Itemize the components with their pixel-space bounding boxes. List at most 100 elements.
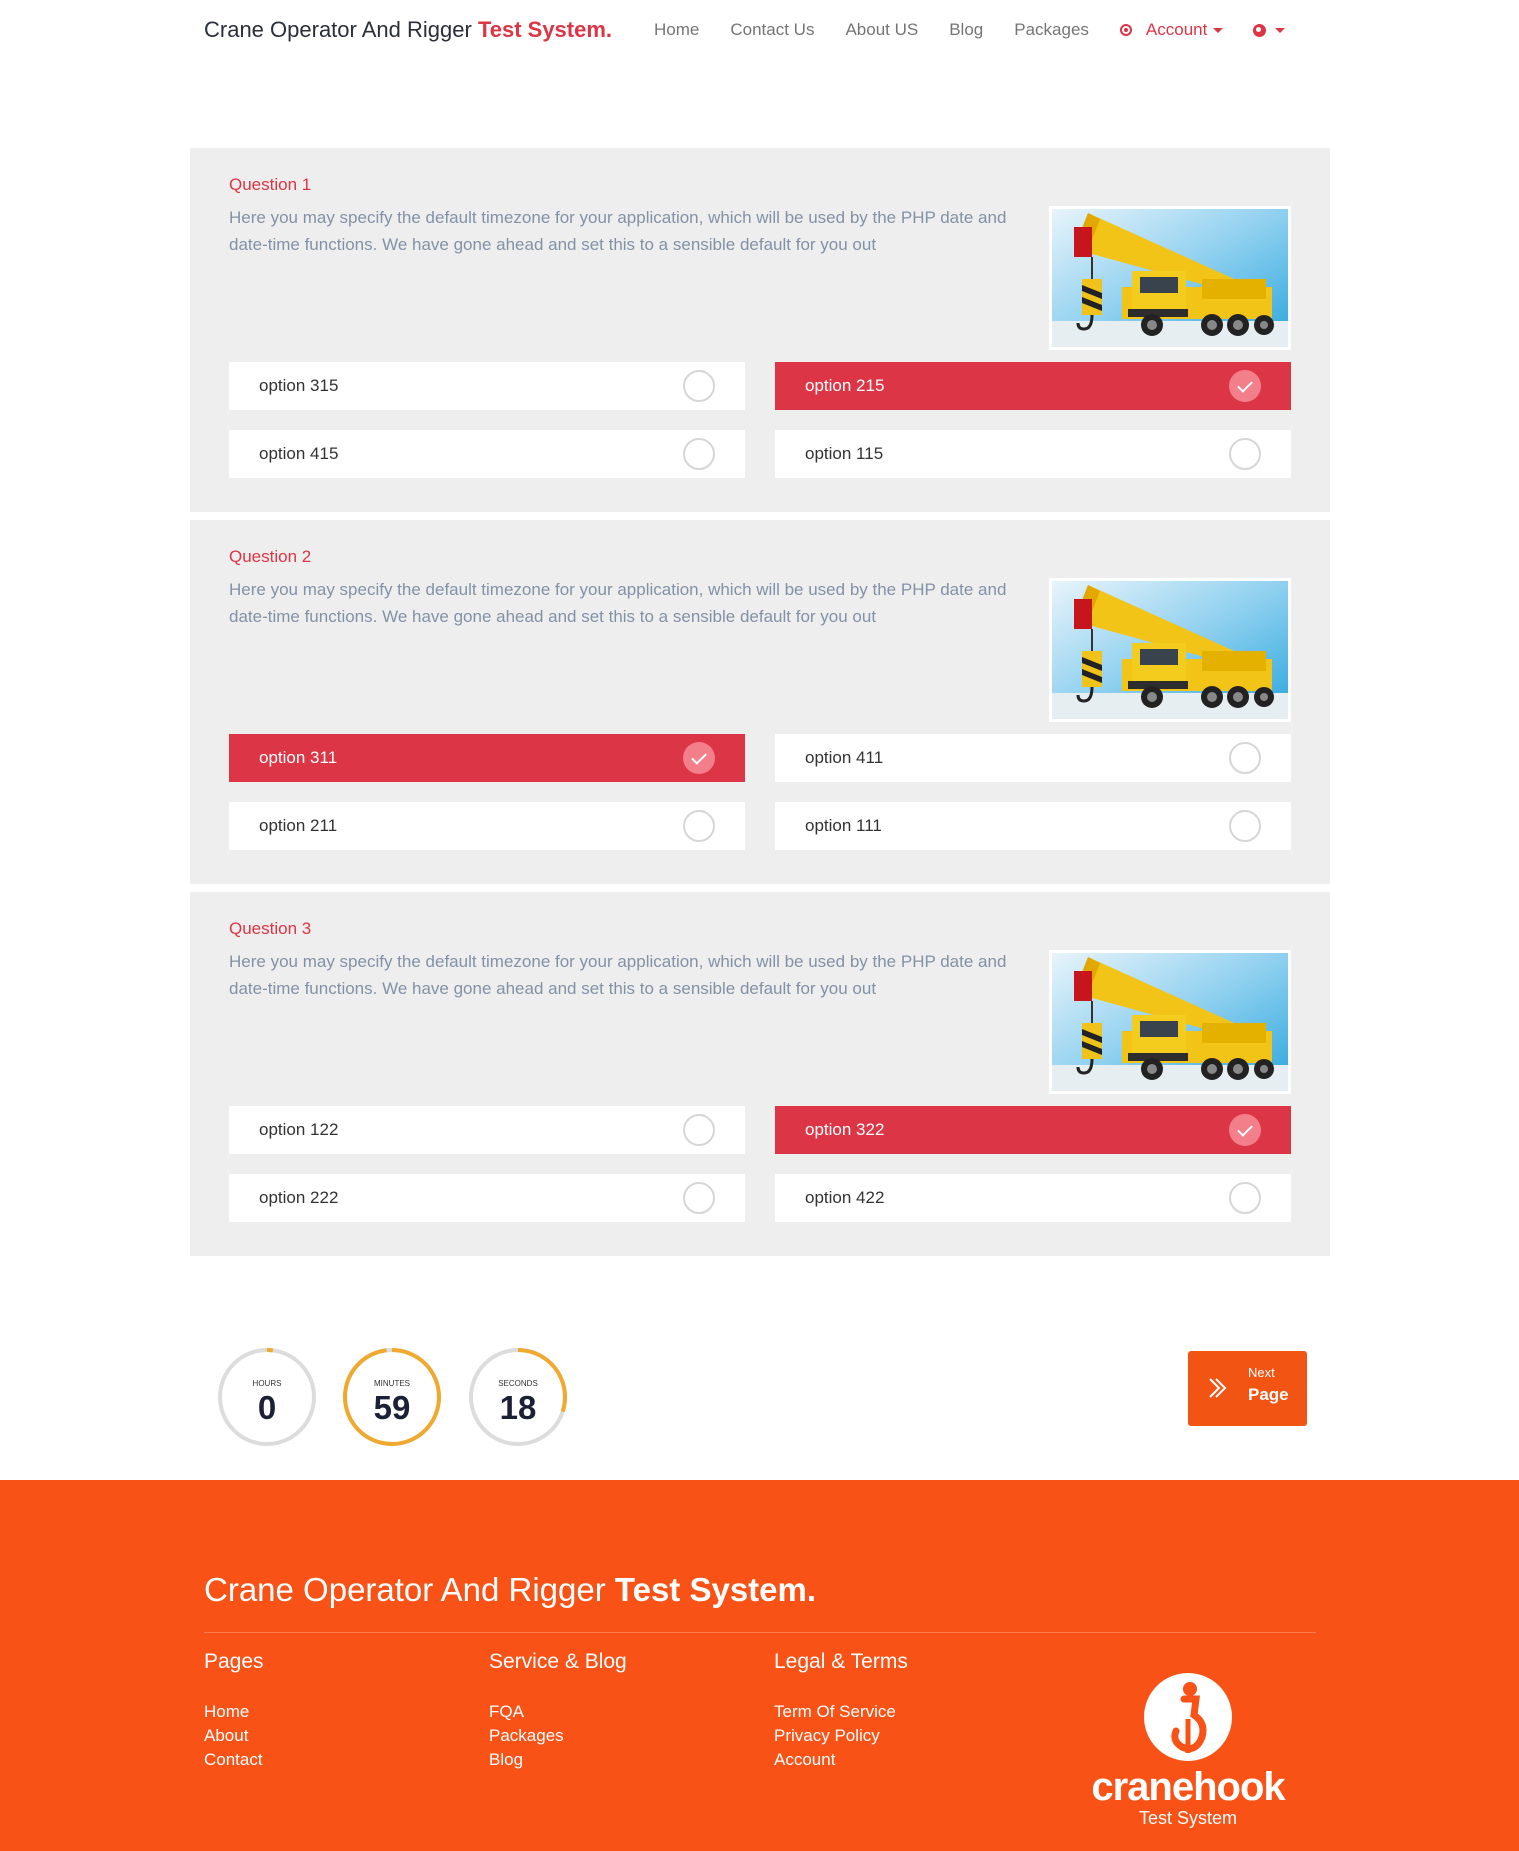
site-footer: Crane Operator And Rigger Test System. P…	[0, 1480, 1519, 1851]
option-radio[interactable]	[683, 1182, 715, 1214]
question-card-2: Question 2 Here you may specify the defa…	[190, 520, 1330, 884]
option-radio[interactable]	[1229, 1114, 1261, 1146]
timer-label: HOURS	[252, 1379, 282, 1388]
timer-value: 0	[257, 1389, 277, 1426]
option-label: option 322	[805, 1120, 885, 1139]
nav-packages[interactable]: Packages	[1014, 20, 1089, 40]
option-row[interactable]: option 211	[229, 802, 745, 850]
account-dropdown[interactable]: Account	[1119, 20, 1224, 40]
footer-heading: Pages	[204, 1650, 264, 1673]
option-radio[interactable]	[1229, 810, 1261, 842]
option-label: option 215	[805, 376, 885, 395]
timer-value: 18	[499, 1389, 537, 1426]
option-row[interactable]: option 415	[229, 430, 745, 478]
option-label: option 122	[259, 1120, 339, 1139]
account-label: Account	[1145, 20, 1208, 39]
nav-contact-us[interactable]: Contact Us	[730, 20, 814, 40]
footer-brand-bold: Test System.	[614, 1571, 817, 1608]
footer-link[interactable]: Contact	[204, 1748, 264, 1772]
question-title: Question 3	[229, 919, 312, 938]
timer-label: MINUTES	[374, 1379, 410, 1388]
footer-link[interactable]: About	[204, 1724, 264, 1748]
option-row-selected[interactable]: option 322	[775, 1106, 1291, 1154]
timer-minutes: MINUTES 59	[342, 1347, 442, 1447]
option-radio[interactable]	[683, 810, 715, 842]
option-row-selected[interactable]: option 215	[775, 362, 1291, 410]
option-radio[interactable]	[1229, 438, 1261, 470]
logo-wordmark: cranehook	[1091, 1765, 1285, 1809]
crane-image	[1049, 950, 1291, 1094]
option-label: option 411	[805, 748, 884, 767]
option-label: option 415	[259, 444, 339, 463]
language-dropdown[interactable]	[1253, 23, 1286, 37]
logo-subtitle: Test System	[1138, 1808, 1238, 1828]
next-button-line1: Next	[1248, 1365, 1275, 1380]
timer-value: 59	[373, 1389, 411, 1426]
option-radio[interactable]	[1229, 370, 1261, 402]
crane-hook-logo-icon	[1144, 1673, 1232, 1761]
question-text: Here you may specify the default timezon…	[229, 952, 1007, 998]
option-label: option 311	[259, 748, 338, 767]
check-icon	[1237, 376, 1253, 393]
footer-column-service-blog: Service & Blog FQA Packages Blog	[489, 1650, 627, 1772]
nav-home[interactable]: Home	[654, 20, 699, 40]
footer-link[interactable]: Account	[774, 1748, 908, 1772]
option-radio[interactable]	[683, 370, 715, 402]
footer-link[interactable]: Term Of Service	[774, 1700, 908, 1724]
option-label: option 211	[259, 816, 338, 835]
crane-image	[1049, 206, 1291, 350]
next-arrow-icon	[1209, 1378, 1227, 1398]
next-page-button[interactable]: Next Page	[1188, 1351, 1307, 1426]
footer-link[interactable]: Blog	[489, 1748, 627, 1772]
footer-heading: Service & Blog	[489, 1650, 627, 1673]
option-radio[interactable]	[683, 438, 715, 470]
option-row[interactable]: option 122	[229, 1106, 745, 1154]
option-row[interactable]: option 411	[775, 734, 1291, 782]
option-label: option 315	[259, 376, 339, 395]
chevron-down-icon	[1275, 27, 1286, 33]
option-row[interactable]: option 422	[775, 1174, 1291, 1222]
option-row[interactable]: option 111	[775, 802, 1291, 850]
question-card-3: Question 3 Here you may specify the defa…	[190, 892, 1330, 1256]
nav-about-us[interactable]: About US	[845, 20, 918, 40]
footer-brand: Crane Operator And Rigger Test System.	[204, 1571, 816, 1609]
footer-column-pages: Pages Home About Contact	[204, 1650, 264, 1772]
option-row-selected[interactable]: option 311	[229, 734, 745, 782]
question-card-1: Question 1 Here you may specify the defa…	[190, 148, 1330, 512]
account-icon	[1119, 24, 1132, 36]
footer-heading: Legal & Terms	[774, 1650, 908, 1673]
option-radio[interactable]	[683, 1114, 715, 1146]
globe-icon	[1253, 23, 1267, 37]
option-radio[interactable]	[1229, 742, 1261, 774]
question-title: Question 2	[229, 547, 312, 566]
question-title: Question 1	[229, 175, 312, 194]
option-radio[interactable]	[683, 742, 715, 774]
option-label: option 222	[259, 1188, 339, 1207]
chevron-down-icon	[1213, 27, 1224, 33]
option-label: option 111	[805, 816, 882, 835]
brand-bold: Test System.	[477, 17, 613, 42]
site-brand[interactable]: Crane Operator And Rigger Test System.	[204, 17, 612, 43]
footer-link[interactable]: Packages	[489, 1724, 627, 1748]
option-row[interactable]: option 115	[775, 430, 1291, 478]
nav-blog[interactable]: Blog	[949, 20, 983, 40]
crane-image	[1049, 578, 1291, 722]
option-radio[interactable]	[1229, 1182, 1261, 1214]
option-row[interactable]: option 315	[229, 362, 745, 410]
cranehook-logo: cranehook Test System	[1083, 1673, 1293, 1833]
timer-seconds: SECONDS 18	[468, 1347, 568, 1447]
footer-column-legal-terms: Legal & Terms Term Of Service Privacy Po…	[774, 1650, 908, 1772]
footer-link[interactable]: FQA	[489, 1700, 627, 1724]
brand-regular: Crane Operator And Rigger	[204, 17, 478, 42]
question-text: Here you may specify the default timezon…	[229, 580, 1007, 626]
timer-label: SECONDS	[498, 1379, 538, 1388]
check-icon	[691, 748, 707, 765]
footer-brand-regular: Crane Operator And Rigger	[204, 1571, 615, 1608]
footer-divider	[204, 1632, 1316, 1633]
footer-link[interactable]: Home	[204, 1700, 264, 1724]
footer-link[interactable]: Privacy Policy	[774, 1724, 908, 1748]
timer-hours: HOURS 0	[217, 1347, 317, 1447]
option-row[interactable]: option 222	[229, 1174, 745, 1222]
option-label: option 422	[805, 1188, 885, 1207]
option-label: option 115	[805, 444, 884, 463]
